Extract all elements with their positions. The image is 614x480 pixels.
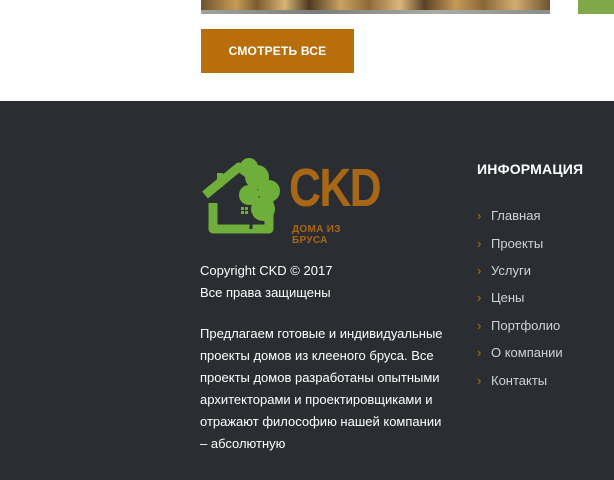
footer-nav-label: Цены bbox=[491, 290, 525, 306]
project-photo-2[interactable] bbox=[578, 0, 614, 14]
footer-nav-label: Проекты bbox=[491, 235, 544, 251]
footer-nav-item-projects[interactable]: › Проекты bbox=[477, 229, 563, 256]
footer: CKD ДОМА ИЗ БРУСА Copyright CKD © 2017 В… bbox=[0, 101, 614, 480]
chevron-right-icon: › bbox=[477, 290, 482, 306]
chevron-right-icon: › bbox=[477, 208, 482, 224]
chevron-right-icon: › bbox=[477, 262, 482, 278]
chevron-right-icon: › bbox=[477, 345, 482, 361]
project-photo[interactable] bbox=[201, 0, 550, 14]
logo-subtitle: ДОМА ИЗ БРУСА bbox=[292, 224, 341, 246]
copyright: Copyright CKD © 2017 Все права защищены bbox=[200, 260, 450, 304]
copyright-line: Copyright CKD © 2017 bbox=[200, 263, 333, 278]
content-section: СМОТРЕТЬ ВСЕ bbox=[0, 0, 614, 101]
footer-nav-item-about[interactable]: › О компании bbox=[477, 339, 563, 366]
chevron-right-icon: › bbox=[477, 235, 482, 251]
footer-nav-item-services[interactable]: › Услуги bbox=[477, 257, 563, 284]
tree-house-icon bbox=[202, 158, 280, 234]
chevron-right-icon: › bbox=[477, 317, 482, 333]
chevron-right-icon: › bbox=[477, 372, 482, 388]
footer-nav-label: Главная bbox=[491, 208, 541, 224]
footer-nav-label: Услуги bbox=[491, 262, 531, 278]
footer-nav-item-portfolio[interactable]: › Портфолио bbox=[477, 312, 563, 339]
company-description: Предлагаем готовые и индивидуальные прое… bbox=[200, 326, 443, 451]
ckd-logo[interactable]: CKD ДОМА ИЗ БРУСА bbox=[199, 155, 382, 246]
logo-text: CKD bbox=[289, 158, 382, 218]
footer-nav-item-home[interactable]: › Главная bbox=[477, 202, 563, 229]
footer-nav-label: Портфолио bbox=[491, 317, 561, 333]
footer-nav-label: О компании bbox=[491, 345, 563, 361]
footer-nav: › Главная › Проекты › Услуги › Цены › Портфол… bbox=[477, 202, 563, 394]
info-heading: ИНФОРМАЦИЯ bbox=[477, 161, 584, 177]
footer-nav-item-prices[interactable]: › Цены bbox=[477, 284, 563, 311]
rights-line: Все права защищены bbox=[200, 285, 331, 300]
footer-nav-label: Контакты bbox=[491, 372, 548, 388]
view-all-button[interactable]: СМОТРЕТЬ ВСЕ bbox=[201, 29, 354, 73]
footer-nav-item-contacts[interactable]: › Контакты bbox=[477, 366, 563, 393]
